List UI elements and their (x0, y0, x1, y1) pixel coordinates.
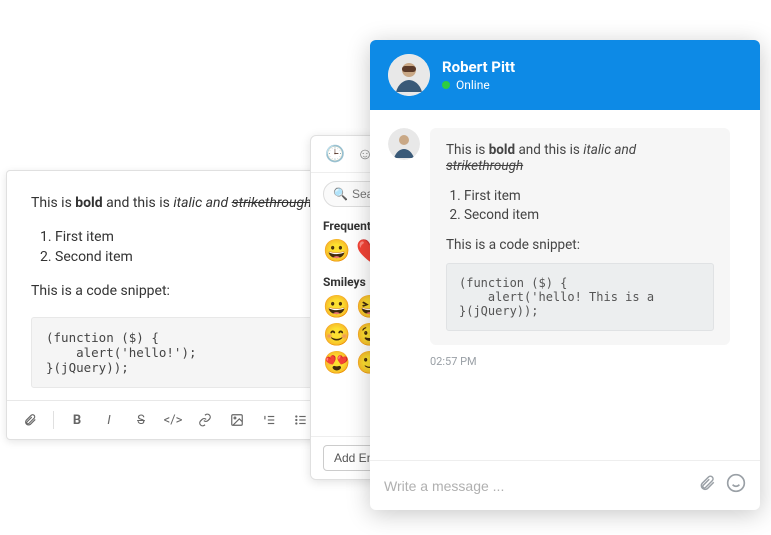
ordered-list: First item Second item (464, 188, 714, 223)
chat-header: Robert Pitt Online (370, 40, 760, 110)
rich-text-line: This is bold and this is italic and stri… (446, 142, 714, 174)
bold-text: bold (489, 142, 515, 158)
text: and this is (515, 142, 583, 158)
attach-icon[interactable] (19, 409, 41, 431)
chat-header-text: Robert Pitt Online (442, 58, 515, 92)
message-row: This is bold and this is italic and stri… (388, 128, 742, 345)
separator (53, 411, 54, 429)
chat-input[interactable] (384, 478, 688, 494)
chat-body[interactable]: This is bold and this is italic and stri… (370, 110, 760, 460)
strike-button[interactable]: S (130, 409, 152, 431)
emoji-item[interactable]: 😀 (323, 297, 350, 319)
list-item: First item (464, 188, 714, 204)
contact-status: Online (442, 78, 515, 92)
text: This is (446, 142, 489, 158)
strike-text: strikethrough (232, 195, 312, 211)
bold-button[interactable]: B (66, 409, 88, 431)
italic-text: italic and strikethrough (173, 195, 311, 211)
text: and this is (103, 195, 174, 211)
code-button[interactable]: </> (162, 409, 184, 431)
italic-button[interactable]: I (98, 409, 120, 431)
list-item: Second item (464, 207, 714, 223)
search-icon: 🔍 (333, 187, 348, 201)
status-text: Online (456, 78, 490, 92)
unordered-list-button[interactable] (290, 409, 312, 431)
code-block: (function ($) { alert('hello! This is a … (446, 263, 714, 331)
emoji-item[interactable]: 😍 (323, 353, 350, 375)
emoji-item[interactable]: 😊 (323, 325, 350, 347)
recent-tab-icon[interactable]: 🕒 (325, 144, 345, 164)
image-button[interactable] (226, 409, 248, 431)
link-button[interactable] (194, 409, 216, 431)
emoji-item[interactable]: 😀 (323, 241, 350, 263)
text: This is (31, 195, 75, 211)
message-avatar (388, 128, 420, 160)
ordered-list-button[interactable] (258, 409, 280, 431)
chat-window: Robert Pitt Online This is bold and this… (370, 40, 760, 510)
avatar (388, 54, 430, 96)
status-dot-icon (442, 81, 450, 89)
message-bubble: This is bold and this is italic and stri… (430, 128, 730, 345)
emoji-icon[interactable] (726, 473, 746, 498)
chat-footer (370, 460, 760, 510)
bold-text: bold (75, 195, 102, 211)
strike-text: strikethrough (446, 158, 523, 174)
attach-icon[interactable] (698, 474, 716, 497)
contact-name: Robert Pitt (442, 58, 515, 76)
code-label: This is a code snippet: (446, 237, 714, 253)
message-time: 02:57 PM (430, 355, 742, 368)
